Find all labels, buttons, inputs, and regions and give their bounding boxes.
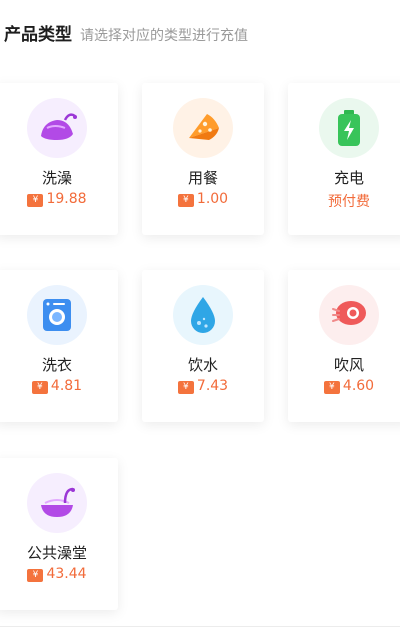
product-price: ¥4.60: [288, 378, 400, 394]
product-card-hair-dryer[interactable]: 吹风 ¥4.60: [288, 270, 400, 422]
yen-badge-icon: ¥: [31, 381, 48, 394]
battery-icon: [319, 98, 379, 158]
product-price: ¥19.88: [0, 191, 118, 207]
yen-badge-icon: ¥: [177, 381, 194, 394]
product-name: 饮水: [187, 356, 218, 374]
page-subtitle: 请选择对应的类型进行充值: [80, 28, 248, 44]
product-name: 吹风: [333, 356, 364, 374]
product-name: 洗衣: [41, 356, 72, 374]
product-card-laundry[interactable]: 洗衣 ¥4.81: [0, 270, 118, 422]
product-price: ¥7.43: [142, 378, 264, 394]
yen-badge-icon: ¥: [323, 381, 340, 394]
product-name: 公共澡堂: [26, 544, 87, 562]
product-name: 充电: [333, 169, 364, 187]
public-bath-icon: [27, 473, 87, 533]
product-price: 预付费: [328, 194, 370, 210]
yen-badge-icon: ¥: [27, 194, 44, 207]
product-card-public-bath[interactable]: 公共澡堂 ¥43.44: [0, 458, 118, 610]
product-price: ¥4.81: [0, 378, 118, 394]
product-name: 用餐: [187, 169, 218, 187]
yen-badge-icon: ¥: [27, 569, 44, 582]
product-price: ¥43.44: [0, 566, 118, 582]
page-header: 产品类型 请选择对应的类型进行充值: [4, 20, 248, 46]
product-card-bath[interactable]: 洗澡 ¥19.88: [0, 83, 118, 235]
product-card-water[interactable]: 饮水 ¥7.43: [142, 270, 264, 422]
product-name: 洗澡: [41, 169, 72, 187]
hair-dryer-icon: [319, 285, 379, 345]
yen-badge-icon: ¥: [177, 194, 194, 207]
washing-machine-icon: [27, 285, 87, 345]
meal-icon: [173, 98, 233, 158]
water-drop-icon: [173, 285, 233, 345]
product-card-meal[interactable]: 用餐 ¥1.00: [142, 83, 264, 235]
bath-icon: [27, 98, 87, 158]
page-title: 产品类型: [4, 25, 72, 45]
bottom-divider: [0, 626, 400, 627]
product-card-charge[interactable]: 充电 预付费: [288, 83, 400, 235]
product-price: ¥1.00: [142, 191, 264, 207]
